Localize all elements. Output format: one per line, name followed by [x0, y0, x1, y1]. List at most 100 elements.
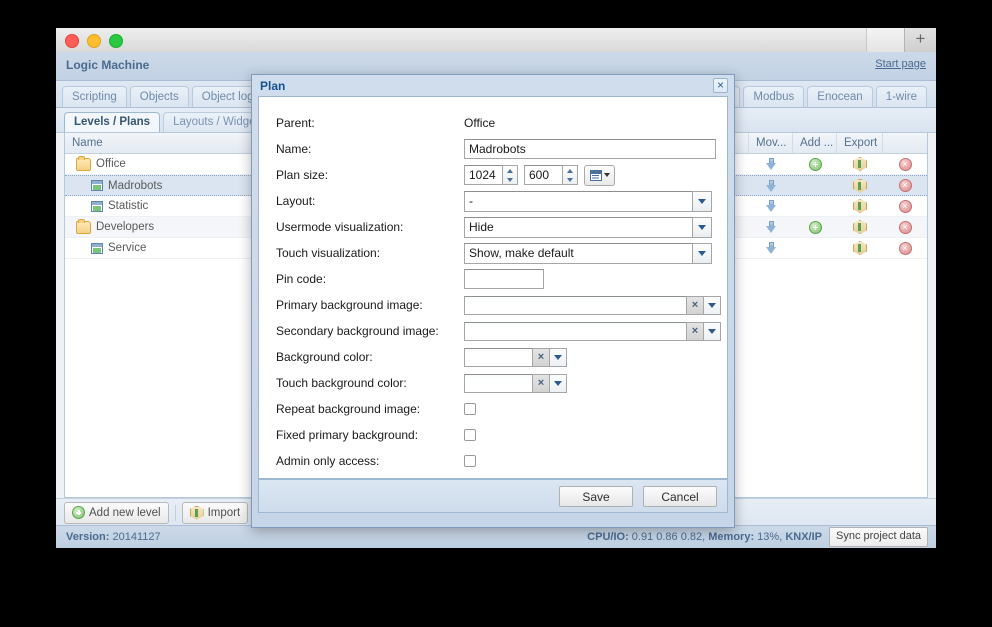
import-label: Import — [207, 506, 241, 519]
spinner-up-icon[interactable] — [563, 166, 577, 175]
import-icon — [190, 506, 204, 520]
column-header-export[interactable]: Export — [837, 133, 883, 153]
minimize-window-button[interactable] — [87, 34, 101, 48]
move-icon[interactable] — [765, 200, 777, 212]
chevron-down-icon — [698, 224, 706, 230]
field-row-usermode: Usermode visualization: Hide — [276, 214, 727, 240]
primary-bg-image-value[interactable] — [464, 295, 686, 315]
plan-width-input[interactable] — [464, 165, 502, 185]
spinner-up-icon[interactable] — [503, 166, 517, 175]
admin-only-access-label: Admin only access: — [276, 454, 380, 468]
delete-icon[interactable]: × — [898, 199, 912, 213]
chevron-down-icon — [698, 198, 706, 204]
touch-background-color-dropdown[interactable] — [549, 373, 567, 393]
tab-1-wire[interactable]: 1-wire — [875, 86, 927, 107]
plan-height-spinner-buttons[interactable] — [562, 165, 578, 185]
background-color-value[interactable] — [464, 347, 532, 367]
touch-visualization-select-value: Show, make default — [464, 242, 692, 264]
secondary-bg-image-dropdown[interactable] — [703, 321, 721, 341]
browser-tab[interactable] — [866, 28, 904, 52]
dialog-titlebar: Plan × — [252, 75, 734, 96]
move-icon[interactable] — [765, 242, 777, 254]
field-row-touch-visualization: Touch visualization: Show, make default — [276, 240, 727, 266]
move-icon[interactable] — [765, 179, 777, 192]
primary-bg-image-combo[interactable]: × — [464, 295, 721, 315]
import-button[interactable]: Import — [181, 501, 249, 524]
layout-label: Layout: — [276, 194, 316, 208]
close-icon[interactable]: × — [713, 78, 728, 93]
layout-select[interactable]: - — [464, 190, 712, 212]
chevron-down-icon — [603, 173, 610, 177]
background-color-combo[interactable]: × — [464, 347, 567, 367]
pin-code-input[interactable] — [464, 269, 544, 289]
delete-icon[interactable]: × — [898, 220, 912, 234]
column-header-move[interactable]: Mov... — [749, 133, 793, 153]
plan-height-input[interactable] — [524, 165, 562, 185]
row-name: Developers — [96, 221, 155, 233]
export-icon[interactable] — [853, 199, 867, 213]
export-icon[interactable] — [853, 241, 867, 255]
usermode-select-arrow[interactable] — [692, 216, 712, 238]
clear-icon[interactable]: × — [686, 295, 703, 315]
window-controls[interactable] — [65, 34, 123, 48]
touch-background-color-combo[interactable]: × — [464, 373, 567, 393]
touch-visualization-select[interactable]: Show, make default — [464, 242, 712, 264]
tab-objects[interactable]: Objects — [129, 86, 189, 107]
add-new-level-button[interactable]: Add new level — [64, 501, 169, 524]
admin-only-access-checkbox[interactable] — [464, 455, 476, 467]
new-tab-button[interactable]: + — [904, 28, 936, 52]
move-icon[interactable] — [765, 221, 777, 233]
export-icon[interactable] — [853, 179, 867, 193]
app-title: Logic Machine — [66, 58, 150, 72]
start-page-link[interactable]: Start page — [875, 58, 926, 70]
add-icon[interactable] — [808, 157, 822, 171]
delete-icon[interactable]: × — [898, 157, 912, 171]
save-button[interactable]: Save — [559, 485, 633, 507]
cancel-button[interactable]: Cancel — [643, 485, 717, 507]
name-input[interactable] — [464, 139, 716, 159]
fixed-primary-background-checkbox[interactable] — [464, 429, 476, 441]
maximize-window-button[interactable] — [109, 34, 123, 48]
clear-icon[interactable]: × — [532, 347, 549, 367]
secondary-bg-image-value[interactable] — [464, 321, 686, 341]
plan-height-stepper[interactable] — [524, 165, 578, 185]
move-icon[interactable] — [765, 158, 777, 170]
delete-icon[interactable]: × — [898, 179, 912, 192]
chevron-down-icon — [698, 250, 706, 256]
touch-background-color-label: Touch background color: — [276, 376, 407, 390]
tab-levels-plans[interactable]: Levels / Plans — [64, 112, 161, 132]
touch-background-color-value[interactable] — [464, 373, 532, 393]
plan-width-spinner-buttons[interactable] — [502, 165, 518, 185]
layout-select-arrow[interactable] — [692, 190, 712, 212]
export-icon[interactable] — [853, 157, 867, 171]
export-icon[interactable] — [853, 220, 867, 234]
tab-scripting[interactable]: Scripting — [62, 86, 127, 107]
repeat-bg-image-checkbox[interactable] — [464, 403, 476, 415]
tab-enocean[interactable]: Enocean — [807, 86, 873, 107]
secondary-bg-image-label: Secondary background image: — [276, 324, 439, 338]
plan-icon — [91, 180, 103, 191]
clear-icon[interactable]: × — [532, 373, 549, 393]
plan-width-stepper[interactable] — [464, 165, 518, 185]
field-row-name: Name: — [276, 136, 727, 162]
clear-icon[interactable]: × — [686, 321, 703, 341]
plan-dialog: Plan × Parent: Office Name: Plan size: — [251, 74, 735, 528]
spinner-down-icon[interactable] — [563, 175, 577, 184]
spinner-down-icon[interactable] — [503, 175, 517, 184]
field-row-secondary-bg-image: Secondary background image: × — [276, 318, 727, 344]
add-icon[interactable] — [808, 220, 822, 234]
sync-project-data-button[interactable]: Sync project data — [829, 527, 928, 547]
usermode-select[interactable]: Hide — [464, 216, 712, 238]
close-window-button[interactable] — [65, 34, 79, 48]
column-header-name[interactable]: Name — [65, 133, 255, 153]
background-color-dropdown[interactable] — [549, 347, 567, 367]
touch-visualization-select-arrow[interactable] — [692, 242, 712, 264]
primary-bg-image-dropdown[interactable] — [703, 295, 721, 315]
column-header-delete[interactable] — [883, 133, 927, 153]
secondary-bg-image-combo[interactable]: × — [464, 321, 721, 341]
column-header-add[interactable]: Add ... — [793, 133, 837, 153]
plan-size-presets-button[interactable] — [584, 164, 615, 186]
delete-icon[interactable]: × — [898, 241, 912, 255]
tab-modbus[interactable]: Modbus — [743, 86, 805, 107]
row-name: Madrobots — [108, 179, 163, 192]
